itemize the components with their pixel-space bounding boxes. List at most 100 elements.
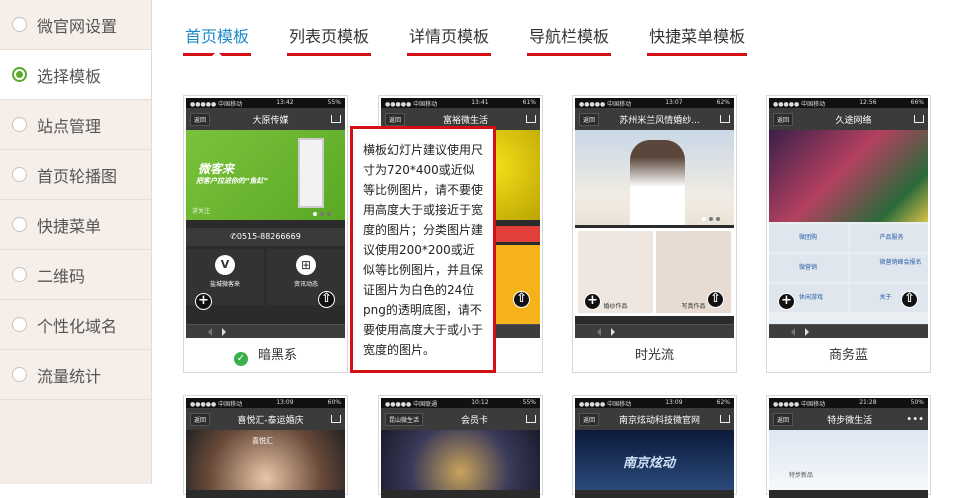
time-text: 21:28	[859, 399, 877, 406]
template-preview: ●●●●● 中国移动 13:07 62% 返回 苏州米兰风情婚纱... 婚纱作品 写真…	[575, 98, 734, 338]
share-icon	[526, 415, 536, 423]
battery-text: 66%	[910, 99, 924, 106]
tab-navbar-template[interactable]: 导航栏模板	[527, 24, 612, 56]
sidebar-item-label: 快捷菜单	[37, 216, 102, 236]
tab-detail-template[interactable]: 详情页模板	[407, 24, 492, 56]
carrier-text: ●●●●● 中国联通	[385, 401, 438, 408]
template-preview: ●●●●● 中国移动 12:56 66% 返回 久途网络 微团购 产品服务 微营销 微…	[769, 98, 928, 338]
sidebar-item-label: 选择模板	[37, 66, 102, 86]
radio-icon	[12, 217, 27, 232]
carrier-text: ●●●●● 中国移动	[190, 401, 243, 408]
share-icon	[331, 115, 341, 123]
upload-icon: ⇧	[707, 291, 724, 308]
battery-text: 55%	[522, 399, 536, 406]
sidebar-item-label: 站点管理	[37, 116, 102, 136]
carrier-text: ●●●●● 中国移动	[385, 101, 438, 108]
template-card[interactable]: ●●●●● 中国移动 13:09 62% 返回 南京炫动科技微官网 南京炫动	[572, 395, 737, 498]
status-bar: ●●●●● 中国移动 13:09 60%	[186, 398, 345, 408]
phone-title: 喜悦汇-泰运婚庆	[237, 415, 304, 426]
time-text: 13:41	[471, 99, 489, 106]
browser-bar	[186, 324, 345, 338]
status-bar: ●●●●● 中国联通 10:12 55%	[381, 398, 540, 408]
share-icon	[526, 115, 536, 123]
tile-label: 资讯动态	[293, 281, 318, 288]
plus-icon: +	[195, 293, 212, 310]
plus-icon: +	[778, 293, 795, 310]
phone-navbar: 返回 大原传媒	[186, 108, 345, 130]
upload-icon: ⇧	[901, 291, 918, 308]
banner-image: 特步新品	[769, 430, 928, 490]
sidebar-item-custom-domain[interactable]: 个性化域名	[0, 300, 151, 350]
battery-text: 55%	[327, 99, 341, 106]
tile: 微营销峰会报名	[849, 254, 928, 282]
phone-title: 苏州米兰风情婚纱...	[619, 115, 700, 126]
tooltip-text: 横板幻灯片建议使用尺寸为720*400或近似等比例图片，请不要使用高度大于或接近…	[363, 143, 484, 357]
phone-navbar: 昆山微生活 会员卡	[381, 408, 540, 430]
banner-image: 微客来 把客户拉进你的“鱼缸” 求关注	[186, 130, 345, 220]
template-name-label: 暗黑系	[257, 348, 297, 363]
battery-text: 60%	[327, 399, 341, 406]
sidebar-item-choose-template[interactable]: 选择模板	[0, 50, 151, 100]
carousel-dots	[313, 212, 331, 216]
banner-image: 南京炫动	[575, 430, 734, 490]
sidebar-item-shortcut-menu[interactable]: 快捷菜单	[0, 200, 151, 250]
radio-icon	[12, 67, 27, 82]
template-card[interactable]: ●●●●● 中国移动 13:09 60% 返回 喜悦汇-泰运婚庆 喜悦汇	[183, 395, 348, 498]
phone-navbar: 返回 苏州米兰风情婚纱...	[575, 108, 734, 130]
phone-navbar: 返回 特步微生活 •••	[769, 408, 928, 430]
upload-icon: ⇧	[513, 291, 530, 308]
template-card[interactable]: ●●●●● 中国移动 13:42 55% 返回 大原传媒 微客来 把客户拉进你的“鱼缸…	[183, 95, 348, 373]
banner-title: 微客来	[198, 162, 235, 176]
status-bar: ●●●●● 中国移动 13:41 61%	[381, 98, 540, 108]
banner-title: 南京炫动	[623, 456, 676, 471]
sidebar-item-site-management[interactable]: 站点管理	[0, 100, 151, 150]
banner-image	[381, 430, 540, 490]
carrier-text: ●●●●● 中国移动	[579, 101, 632, 108]
banner-title: 喜悦汇	[252, 437, 273, 445]
time-text: 13:09	[276, 399, 294, 406]
tile: 微营销	[769, 254, 848, 282]
phone-title: 特步微生活	[827, 415, 873, 426]
tile-label: 关于	[879, 294, 892, 301]
status-bar: ●●●●● 中国移动 13:07 62%	[575, 98, 734, 108]
banner-image	[575, 130, 734, 225]
carousel-dots	[702, 217, 720, 221]
template-preview: ●●●●● 中国移动 13:42 55% 返回 大原传媒 微客来 把客户拉进你的“鱼缸…	[186, 98, 345, 338]
v-icon: V	[215, 255, 235, 275]
banner-image	[769, 130, 928, 222]
phone-navbar: 返回 南京炫动科技微官网	[575, 408, 734, 430]
tile-label: 盐城微客来	[209, 281, 240, 288]
template-card[interactable]: ●●●●● 中国移动 13:07 62% 返回 苏州米兰风情婚纱... 婚纱作品 写真…	[572, 95, 737, 373]
phone-navbar: 返回 喜悦汇-泰运婚庆	[186, 408, 345, 430]
sidebar-item-qrcode[interactable]: 二维码	[0, 250, 151, 300]
tile: 产品服务	[849, 224, 928, 252]
phone-icon: ✆	[230, 232, 237, 241]
time-text: 13:42	[276, 99, 294, 106]
share-icon	[331, 415, 341, 423]
tile-label: 写真作品	[681, 303, 706, 310]
back-button: 返回	[579, 412, 600, 426]
sidebar: 微官网设置 选择模板 站点管理 首页轮播图 快捷菜单 二维码 个性化域名 流量统…	[0, 0, 152, 484]
tile-label: 微团购	[799, 234, 818, 241]
sidebar-item-traffic-stats[interactable]: 流量统计	[0, 350, 151, 400]
template-card[interactable]: ●●●●● 中国联通 10:12 55% 昆山微生活 会员卡	[378, 395, 543, 498]
share-icon	[720, 115, 730, 123]
template-card[interactable]: ●●●●● 中国移动 21:28 50% 返回 特步微生活 ••• 特步新品	[766, 395, 931, 498]
tab-list-template[interactable]: 列表页模板	[287, 24, 372, 56]
template-name: 商务蓝	[828, 348, 868, 363]
tab-home-template[interactable]: 首页模板	[183, 24, 252, 56]
carrier-text: ●●●●● 中国移动	[190, 101, 243, 108]
grid-icon: ⊞	[296, 255, 316, 275]
tile-label: 婚纱作品	[603, 303, 628, 310]
carrier-text: ●●●●● 中国移动	[579, 401, 632, 408]
couple-photo	[630, 140, 685, 225]
back-button: 返回	[773, 112, 794, 126]
sidebar-item-site-settings[interactable]: 微官网设置	[0, 0, 151, 50]
sidebar-item-carousel[interactable]: 首页轮播图	[0, 150, 151, 200]
time-text: 12:56	[859, 99, 877, 106]
radio-icon	[12, 317, 27, 332]
template-card[interactable]: ●●●●● 中国移动 12:56 66% 返回 久途网络 微团购 产品服务 微营销 微…	[766, 95, 931, 373]
radio-icon	[12, 167, 27, 182]
tab-shortcut-menu-template[interactable]: 快捷菜单模板	[647, 24, 748, 56]
template-size-tooltip: 横板幻灯片建议使用尺寸为720*400或近似等比例图片，请不要使用高度大于或接近…	[350, 126, 496, 373]
